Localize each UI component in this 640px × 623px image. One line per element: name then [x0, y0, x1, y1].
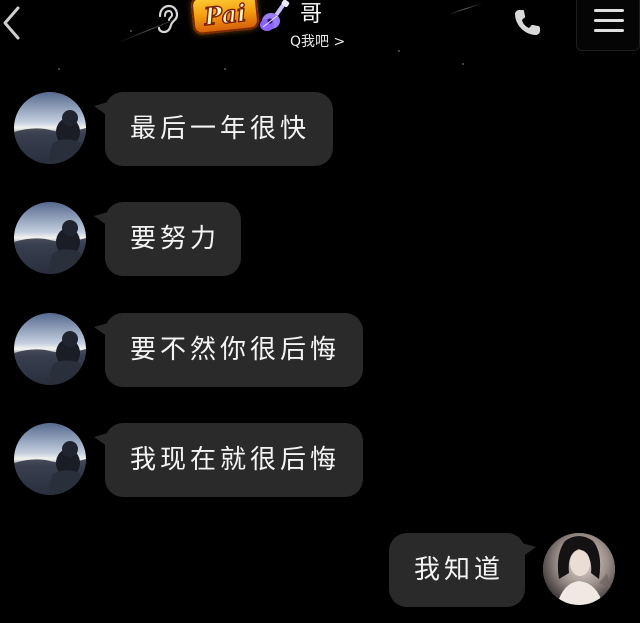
menu-button[interactable] — [576, 0, 640, 51]
guitar-icon — [258, 0, 294, 32]
menu-icon — [592, 6, 626, 36]
pai-logo: Pai — [190, 0, 260, 36]
message-text: 最后一年很快 — [130, 114, 311, 144]
chat-title: 哥 — [300, 2, 324, 27]
bubble-tail — [94, 433, 108, 447]
message-bubble[interactable]: 我知道 — [389, 533, 536, 607]
contact-avatar[interactable] — [14, 202, 86, 274]
contact-avatar[interactable] — [14, 423, 86, 495]
bubble-tail — [94, 102, 108, 116]
message-bubble[interactable]: 我现在就很后悔 — [94, 423, 363, 497]
message-text: 要不然你很后悔 — [130, 335, 341, 365]
bubble-tail — [94, 212, 108, 226]
ear-icon[interactable] — [152, 4, 180, 34]
message-bubble[interactable]: 要努力 — [94, 202, 241, 276]
contact-avatar[interactable] — [14, 92, 86, 164]
message-bubble[interactable]: 最后一年很快 — [94, 92, 333, 166]
user-avatar[interactable] — [543, 533, 615, 605]
bubble-tail — [522, 543, 536, 557]
star — [224, 68, 226, 70]
star — [58, 68, 60, 70]
chat-subtitle-link[interactable]: Q我吧 > — [290, 32, 345, 52]
message-text: 要努力 — [130, 224, 221, 254]
message-text: 我知道 — [414, 555, 505, 585]
bubble-tail — [94, 323, 108, 337]
contact-avatar[interactable] — [14, 313, 86, 385]
star — [462, 63, 464, 65]
phone-icon[interactable] — [510, 6, 544, 40]
message-bubble[interactable]: 要不然你很后悔 — [94, 313, 363, 387]
chevron-left-icon[interactable] — [0, 4, 26, 42]
chat-header: Pai 哥 Q我吧 > — [0, 0, 640, 62]
message-text: 我现在就很后悔 — [130, 445, 341, 475]
logo-text: Pai — [202, 0, 248, 31]
